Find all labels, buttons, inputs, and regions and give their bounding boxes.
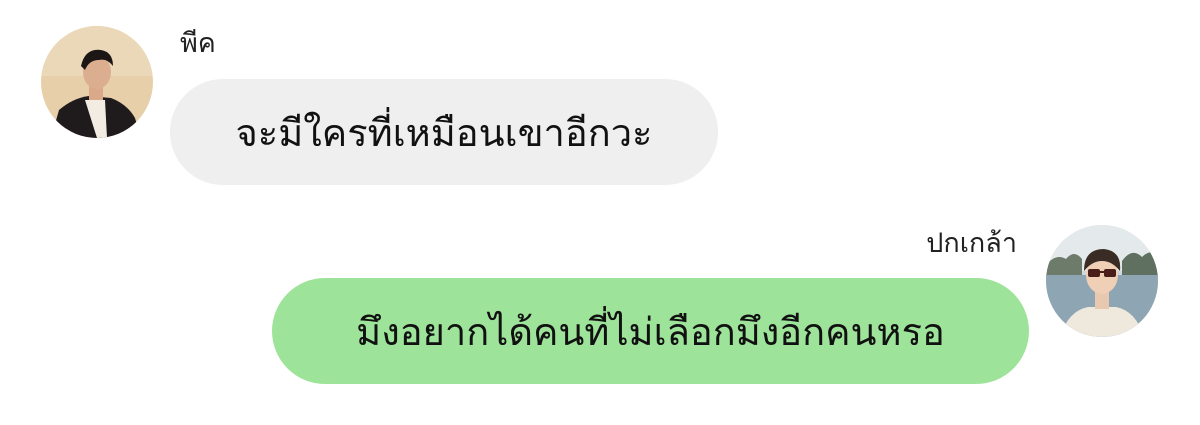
avatar[interactable] [1046,225,1158,337]
message-bubble-received[interactable]: จะมีใครที่เหมือนเขาอีกวะ [170,79,718,185]
sender-name: ปกเกล้า [926,228,1017,259]
message-bubble-sent[interactable]: มึงอยากได้คนที่ไม่เลือกมึงอีกคนหรอ [272,278,1029,384]
message-text: มึงอยากได้คนที่ไม่เลือกมึงอีกคนหรอ [356,309,945,354]
profile-photo-icon [1046,225,1158,337]
sender-name: พีค [180,28,216,59]
avatar[interactable] [41,26,153,138]
profile-photo-icon [41,26,153,138]
message-text: จะมีใครที่เหมือนเขาอีกวะ [235,110,653,155]
